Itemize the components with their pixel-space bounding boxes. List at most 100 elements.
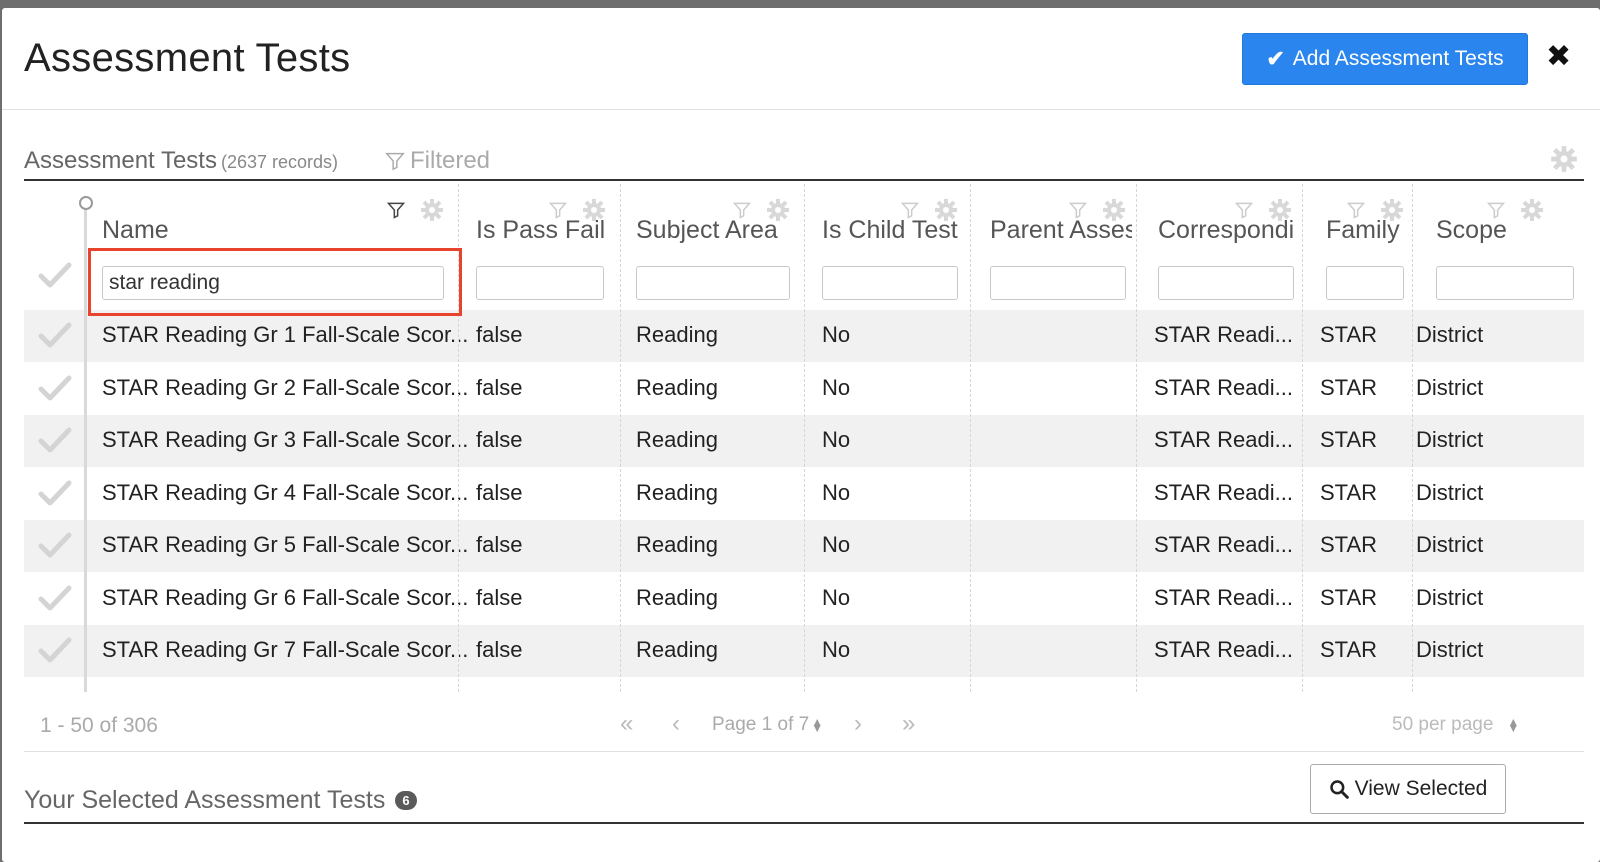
gear-icon[interactable] [1268, 198, 1292, 222]
corresponding-filter-input[interactable] [1158, 266, 1294, 300]
cell-is-pass-fail: false [476, 584, 523, 610]
close-icon[interactable]: ✖ [1546, 42, 1571, 72]
column-divider[interactable] [804, 184, 805, 692]
is-pass-fail-filter-input[interactable] [476, 266, 604, 300]
gear-icon[interactable] [1380, 198, 1404, 222]
cell-scope: District [1416, 427, 1484, 452]
page-info: Page 1 of 7 [712, 714, 810, 735]
column-header-scope[interactable]: Scope [1436, 184, 1580, 304]
subject-area-filter-input[interactable] [636, 266, 790, 300]
cell-is-pass-fail: false [476, 479, 523, 505]
page-spinner-icon[interactable]: ▲ ▼ [811, 716, 823, 734]
filter-icon[interactable] [732, 200, 752, 220]
filter-icon[interactable] [900, 200, 920, 220]
cell-is-pass-fail: false [476, 532, 523, 557]
cell-is-child-test: No [822, 374, 851, 400]
filter-highlight-box [88, 248, 462, 316]
view-selected-button[interactable]: View Selected [1310, 764, 1506, 814]
filtered-indicator[interactable]: Filtered [384, 147, 490, 175]
record-count: (2637 records) [220, 152, 339, 172]
cell-corresponding: STAR Readi... [1154, 427, 1293, 452]
row-check-icon[interactable] [38, 583, 72, 613]
column-header-is-pass-fail[interactable]: Is Pass Fail [476, 184, 610, 304]
per-page-selector[interactable]: 50 per page ▲ ▼ [1392, 714, 1519, 736]
cell-is-pass-fail: false [476, 374, 523, 400]
column-divider[interactable] [970, 184, 971, 692]
section-title: Assessment Tests (2637 records) [24, 147, 338, 175]
record-range: 1 - 50 of 306 [40, 714, 158, 737]
row-check-icon[interactable] [38, 373, 72, 403]
column-divider[interactable] [1412, 184, 1413, 692]
cell-name: STAR Reading Gr 7 Fall-Scale Scor... [102, 637, 469, 662]
column-divider[interactable] [1136, 184, 1137, 692]
family-filter-input[interactable] [1326, 266, 1404, 300]
cell-is-pass-fail: false [476, 637, 523, 662]
filtered-label: Filtered [410, 147, 491, 174]
cell-scope: District [1416, 374, 1484, 400]
cell-family: STAR [1320, 584, 1378, 610]
gear-icon[interactable] [934, 198, 958, 222]
column-header-is-child-test[interactable]: Is Child Test [822, 184, 964, 304]
per-page-spinner-icon[interactable]: ▲ ▼ [1507, 716, 1519, 734]
gear-icon[interactable] [1550, 145, 1578, 173]
gear-icon[interactable] [1102, 198, 1126, 222]
gear-icon[interactable] [420, 198, 444, 222]
cell-name: STAR Reading Gr 1 Fall-Scale Scor... [102, 322, 469, 347]
row-check-icon[interactable] [38, 320, 72, 350]
row-check-icon[interactable] [38, 478, 72, 508]
column-header-parent-assessment[interactable]: Parent Asses [990, 184, 1132, 304]
cell-name: STAR Reading Gr 2 Fall-Scale Scor... [102, 374, 469, 400]
row-check-icon[interactable] [38, 425, 72, 455]
column-resize-bar[interactable] [84, 196, 87, 692]
assessment-tests-modal: Assessment Tests ✔ Add Assessment Tests … [2, 8, 1600, 862]
row-check-icon[interactable] [38, 635, 72, 665]
parent-assessment-filter-input[interactable] [990, 266, 1126, 300]
cell-is-pass-fail: false [476, 427, 523, 452]
cell-subject-area: Reading [636, 637, 718, 662]
scope-filter-input[interactable] [1436, 266, 1574, 300]
cell-is-child-test: No [822, 322, 851, 347]
cell-family: STAR [1320, 374, 1378, 400]
cell-name: STAR Reading Gr 3 Fall-Scale Scor... [102, 427, 469, 452]
cell-is-pass-fail: false [476, 322, 523, 347]
cell-subject-area: Reading [636, 479, 718, 505]
filter-icon[interactable] [548, 200, 568, 220]
filter-icon[interactable] [386, 200, 406, 220]
is-child-test-filter-input[interactable] [822, 266, 958, 300]
cell-name: STAR Reading Gr 6 Fall-Scale Scor... [102, 584, 469, 610]
column-resize-handle[interactable] [79, 196, 93, 210]
first-page-icon[interactable]: « [620, 710, 633, 738]
filter-icon[interactable] [1346, 200, 1366, 220]
filter-icon[interactable] [1234, 200, 1254, 220]
next-page-icon[interactable]: › [854, 710, 862, 738]
add-assessment-tests-button[interactable]: ✔ Add Assessment Tests [1242, 33, 1528, 85]
filter-icon[interactable] [1486, 200, 1506, 220]
page-selector[interactable]: Page 1 of 7 ▲ ▼ [712, 714, 823, 736]
cell-family: STAR [1320, 479, 1378, 505]
filter-icon[interactable] [1068, 200, 1088, 220]
column-divider[interactable] [620, 184, 621, 692]
column-divider[interactable] [1302, 184, 1303, 692]
cell-scope: District [1416, 584, 1484, 610]
column-header-corresponding[interactable]: Correspondi [1158, 184, 1298, 304]
modal-title: Assessment Tests [24, 36, 351, 80]
per-page-label: 50 per page [1392, 714, 1494, 735]
cell-subject-area: Reading [636, 584, 718, 610]
column-title: Name [102, 216, 169, 244]
gear-icon[interactable] [1520, 198, 1544, 222]
gear-icon[interactable] [582, 198, 606, 222]
cell-scope: District [1416, 532, 1484, 557]
prev-page-icon[interactable]: ‹ [672, 710, 680, 738]
cell-is-child-test: No [822, 532, 851, 557]
cell-scope: District [1416, 637, 1484, 662]
section-title-text: Assessment Tests [24, 147, 217, 174]
cell-name: STAR Reading Gr 5 Fall-Scale Scor... [102, 532, 469, 557]
row-check-icon[interactable] [38, 530, 72, 560]
filter-icon [385, 152, 405, 171]
gear-icon[interactable] [766, 198, 790, 222]
select-all-check-icon[interactable] [38, 260, 72, 290]
column-header-family[interactable]: Family [1326, 184, 1408, 304]
column-header-subject-area[interactable]: Subject Area [636, 184, 798, 304]
cell-subject-area: Reading [636, 322, 718, 347]
last-page-icon[interactable]: » [902, 710, 915, 738]
